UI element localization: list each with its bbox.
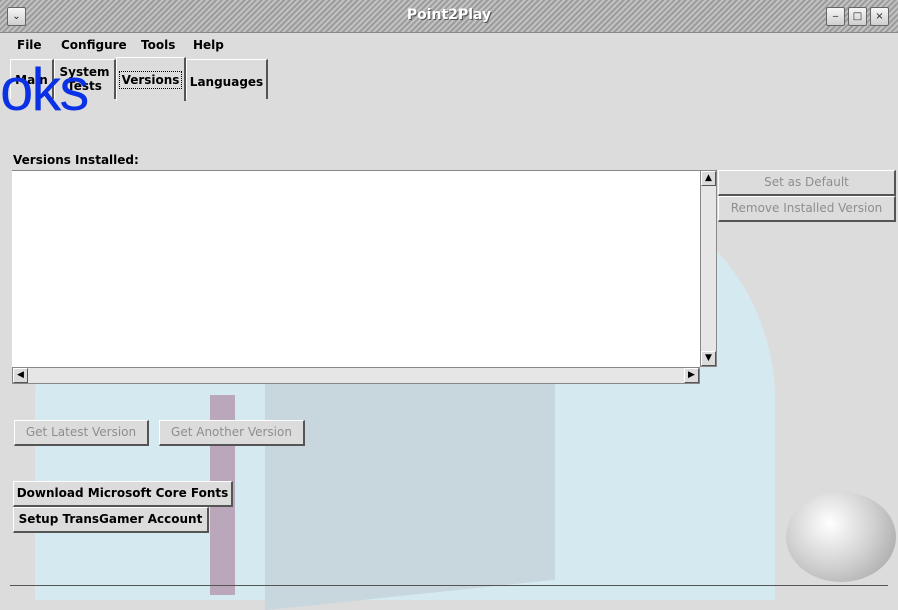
versions-list-hscrollbar[interactable]: ◀ ▶: [12, 367, 700, 384]
arrow-down-icon: ▼: [705, 353, 712, 363]
setup-transgamer-account-button[interactable]: Setup TransGamer Account: [13, 507, 209, 533]
tab-versions-label: Versions: [118, 71, 183, 89]
remove-installed-version-button[interactable]: Remove Installed Version: [718, 196, 896, 222]
arrow-right-icon: ▶: [688, 370, 695, 380]
window-title: Point2Play: [406, 7, 492, 23]
close-icon: ×: [875, 11, 884, 22]
tab-versions[interactable]: Versions: [116, 57, 186, 101]
download-core-fonts-button[interactable]: Download Microsoft Core Fonts: [13, 481, 233, 507]
get-another-version-button[interactable]: Get Another Version: [159, 420, 305, 446]
arrow-left-icon: ◀: [17, 370, 24, 380]
title-bar: ⌄ Point2Play ‒ □ ×: [0, 0, 898, 33]
maximize-icon: □: [852, 11, 863, 22]
tab-languages[interactable]: Languages: [186, 59, 268, 99]
menu-file[interactable]: File: [17, 38, 42, 52]
versions-list[interactable]: [12, 170, 700, 368]
menu-help[interactable]: Help: [193, 38, 224, 52]
transgaming-emblem-icon: [786, 492, 896, 582]
versions-installed-label: Versions Installed:: [13, 153, 139, 167]
scroll-up-button[interactable]: ▲: [701, 171, 716, 186]
get-latest-version-button[interactable]: Get Latest Version: [14, 420, 149, 446]
maximize-button[interactable]: □: [848, 7, 867, 26]
tab-bar: Main System Tests Versions Languages: [0, 57, 898, 101]
scroll-left-button[interactable]: ◀: [13, 368, 28, 383]
close-button[interactable]: ×: [870, 7, 889, 26]
overlay-logo-text: oks: [0, 56, 89, 123]
minimize-icon: ‒: [832, 11, 839, 22]
versions-list-vscrollbar[interactable]: ▲ ▼: [700, 170, 717, 367]
scroll-right-button[interactable]: ▶: [684, 368, 699, 383]
set-as-default-button[interactable]: Set as Default: [718, 170, 896, 196]
arrow-up-icon: ▲: [705, 173, 712, 183]
bottom-divider: [10, 585, 888, 586]
overlay-logo: oks: [0, 55, 118, 125]
menu-bar: File Configure Tools Help: [0, 33, 898, 57]
menu-configure[interactable]: Configure: [61, 38, 127, 52]
menu-tools[interactable]: Tools: [141, 38, 175, 52]
scroll-down-button[interactable]: ▼: [701, 351, 716, 366]
minimize-button[interactable]: ‒: [826, 7, 845, 26]
tab-languages-label: Languages: [189, 75, 264, 89]
